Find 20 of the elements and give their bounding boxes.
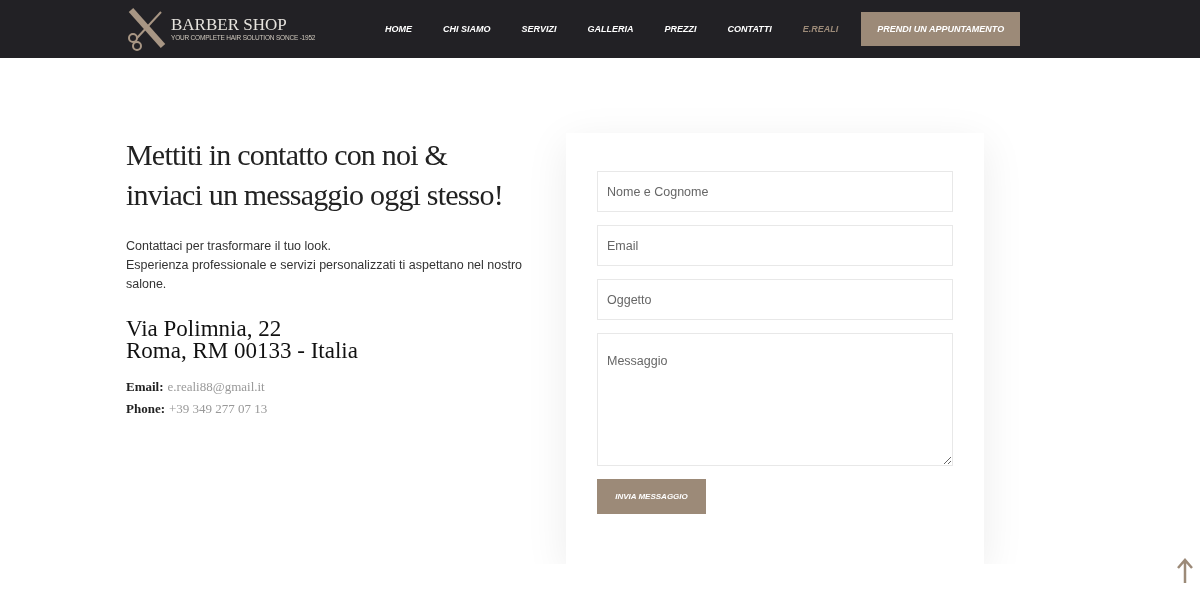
- address-line: Roma, RM 00133 - Italia: [126, 340, 359, 362]
- intro-text: Esperienza professionale e servizi personalizzati ti aspettano nel nostro salone.: [126, 257, 524, 293]
- nav-link[interactable]: SERVIZI: [521, 24, 557, 34]
- nav-link[interactable]: PREZZI: [664, 24, 697, 34]
- input-field[interactable]: Email: [597, 225, 953, 266]
- address-line: Via Polimnia, 22: [126, 318, 283, 340]
- contact-detail: Email: e.reali88@gmail.it: [126, 378, 266, 396]
- logo-title: BARBER SHOP: [171, 16, 288, 34]
- contact-detail: Phone: +39 349 277 07 13: [126, 400, 269, 418]
- message-field[interactable]: Messaggio: [597, 333, 953, 466]
- nav-link[interactable]: CHI SIAMO: [443, 24, 491, 34]
- nav-link[interactable]: HOME: [385, 24, 412, 34]
- nav-link[interactable]: E.REALI: [802, 24, 839, 34]
- nav-link[interactable]: GALLERIA: [587, 24, 634, 34]
- contact-heading: Mettiti in contatto con noi & inviaci un messaggio oggi stesso!: [126, 137, 504, 213]
- input-field[interactable]: Oggetto: [597, 279, 953, 320]
- input-field[interactable]: Nome e Cognome: [597, 171, 953, 212]
- intro-text: Contattaci per trasformare il tuo look.: [126, 238, 332, 255]
- arrow-up-icon[interactable]: [1176, 558, 1194, 584]
- nav-link[interactable]: CONTATTI: [727, 24, 772, 34]
